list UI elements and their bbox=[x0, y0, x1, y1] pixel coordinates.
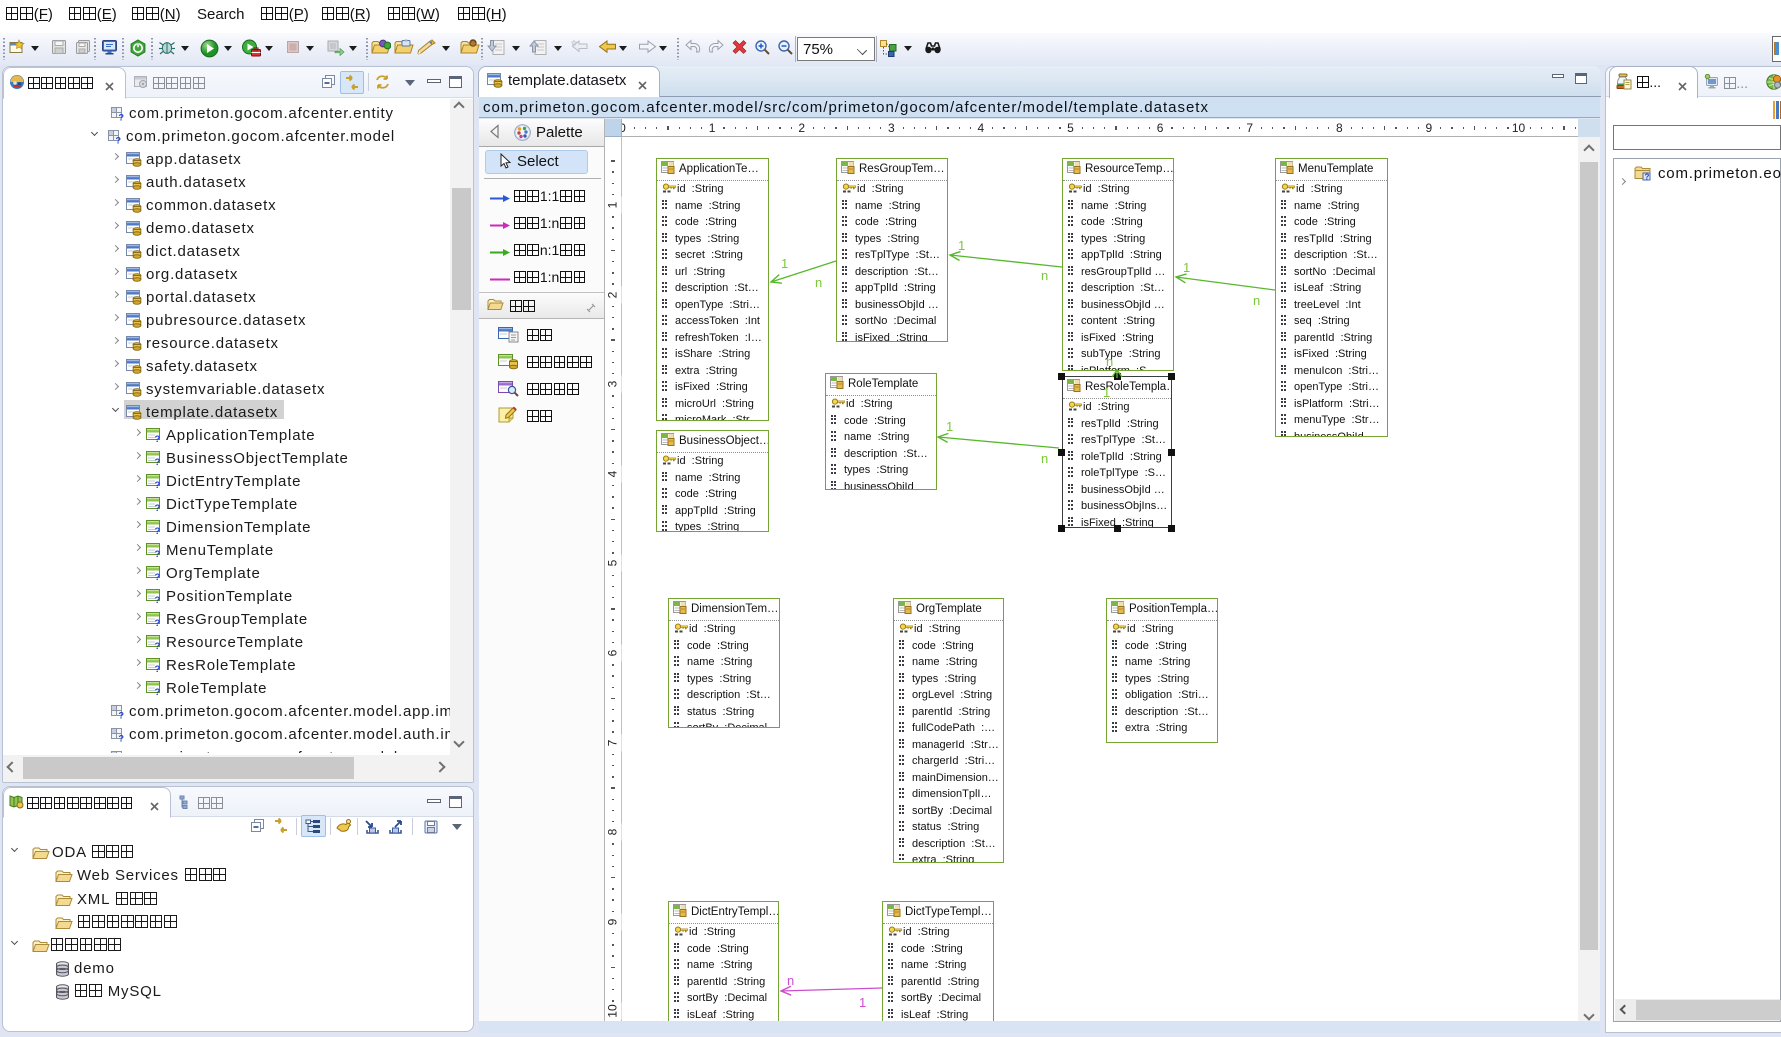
svg-text:1: 1 bbox=[958, 238, 965, 253]
svg-text:1: 1 bbox=[1103, 385, 1110, 400]
svg-text:?: ? bbox=[155, 526, 162, 535]
svg-text:?: ? bbox=[155, 641, 162, 650]
svg-text:1: 1 bbox=[781, 256, 788, 271]
svg-text:?: ? bbox=[119, 711, 125, 720]
svg-text:?: ? bbox=[119, 734, 125, 743]
svg-text:1: 1 bbox=[946, 419, 953, 434]
svg-text:?: ? bbox=[155, 687, 162, 696]
svg-text:?: ? bbox=[155, 549, 162, 558]
svg-text:n: n bbox=[1106, 354, 1113, 369]
svg-text:n: n bbox=[1041, 268, 1048, 283]
svg-text:?: ? bbox=[155, 503, 162, 512]
svg-text:?: ? bbox=[155, 595, 162, 604]
svg-text:n: n bbox=[1041, 451, 1048, 466]
svg-text:1: 1 bbox=[859, 995, 866, 1010]
svg-text:n: n bbox=[787, 973, 794, 988]
svg-text:?: ? bbox=[155, 618, 162, 627]
svg-text:?: ? bbox=[155, 664, 162, 673]
svg-text:n: n bbox=[1253, 293, 1260, 308]
svg-text:n: n bbox=[815, 275, 822, 290]
svg-text:?: ? bbox=[155, 480, 162, 489]
svg-text:?: ? bbox=[155, 434, 162, 443]
svg-text:?: ? bbox=[1645, 173, 1650, 182]
svg-text:?: ? bbox=[155, 457, 162, 466]
svg-text:?: ? bbox=[155, 572, 162, 581]
svg-text:?: ? bbox=[116, 136, 122, 145]
svg-text:1: 1 bbox=[1183, 260, 1190, 275]
svg-text:?: ? bbox=[119, 113, 125, 122]
